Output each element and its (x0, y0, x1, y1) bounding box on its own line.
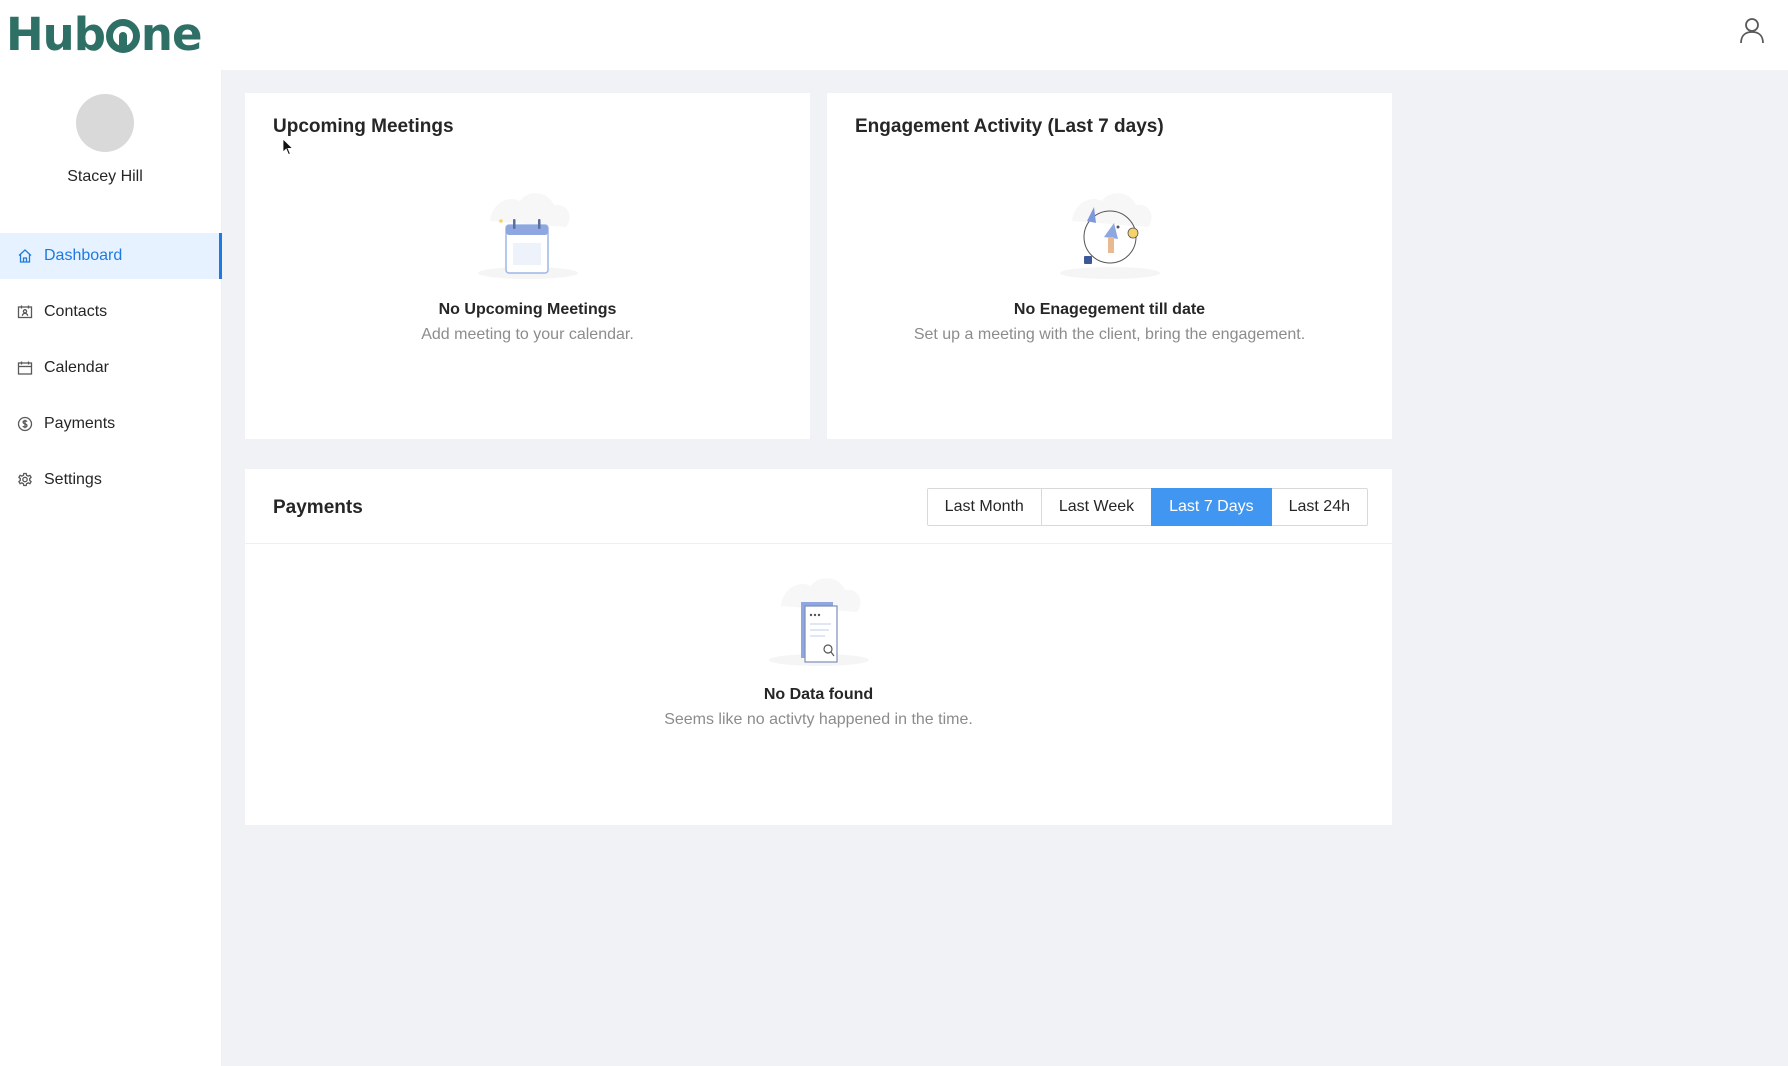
empty-title: No Data found (763, 686, 874, 703)
user-icon[interactable] (1738, 16, 1766, 44)
logo-text-ne: ne (140, 7, 203, 61)
calendar-icon (16, 359, 34, 377)
contacts-icon (16, 303, 34, 321)
card-title: Engagement Activity (Last 7 days) (855, 116, 1164, 137)
card-title: Payments (273, 497, 363, 518)
dollar-icon (16, 415, 34, 433)
empty-subtitle: Seems like no activty happened in the ti… (664, 711, 973, 728)
sidebar-item-label: Contacts (44, 303, 108, 320)
profile-name: Stacey Hill (67, 168, 143, 185)
empty-calendar-icon (468, 183, 588, 293)
sidebar-item-settings[interactable]: Settings (0, 457, 222, 503)
sidebar-item-label: Calendar (44, 359, 109, 376)
empty-title: No Upcoming Meetings (438, 301, 617, 318)
sidebar-nav: Dashboard Contacts Calendar Payments Set… (0, 233, 222, 513)
home-icon (16, 247, 34, 265)
payments-card: Payments Last Month Last Week Last 7 Day… (245, 469, 1392, 825)
sidebar-item-label: Payments (44, 415, 116, 432)
empty-state: No Data found Seems like no activty happ… (245, 568, 1392, 729)
divider (245, 543, 1392, 544)
sidebar-item-label: Dashboard (44, 247, 123, 264)
sidebar-item-contacts[interactable]: Contacts (0, 289, 222, 335)
sidebar-item-calendar[interactable]: Calendar (0, 345, 222, 391)
sidebar: Stacey Hill Dashboard Contacts Calendar … (0, 70, 222, 1066)
empty-title: No Enagegement till date (1013, 301, 1206, 318)
mouse-cursor-icon (282, 138, 294, 156)
time-range-filter: Last Month Last Week Last 7 Days Last 24… (926, 488, 1368, 526)
avatar[interactable] (76, 94, 134, 152)
filter-last-month-button[interactable]: Last Month (926, 488, 1042, 526)
gear-icon (16, 471, 34, 489)
hubone-logo[interactable]: Hub ne (6, 6, 203, 62)
empty-document-icon (759, 568, 879, 678)
top-bar: Hub ne (0, 0, 1788, 70)
empty-state: No Upcoming Meetings Add meeting to your… (245, 183, 810, 344)
sidebar-item-label: Settings (44, 471, 102, 488)
main-content: Upcoming Meetings No Upcoming Meetings A… (222, 70, 1788, 1066)
sidebar-item-payments[interactable]: Payments (0, 401, 222, 447)
card-title: Upcoming Meetings (273, 116, 454, 137)
engagement-icon (1050, 183, 1170, 293)
engagement-activity-card: Engagement Activity (Last 7 days) No Ena… (827, 93, 1392, 439)
sidebar-item-dashboard[interactable]: Dashboard (0, 233, 222, 279)
filter-last-7-days-button[interactable]: Last 7 Days (1151, 488, 1272, 526)
upcoming-meetings-card: Upcoming Meetings No Upcoming Meetings A… (245, 93, 810, 439)
logo-text-hub: Hub (6, 7, 106, 61)
empty-subtitle: Set up a meeting with the client, bring … (913, 326, 1306, 343)
filter-last-week-button[interactable]: Last Week (1040, 488, 1153, 526)
empty-subtitle: Add meeting to your calendar. (421, 326, 634, 343)
empty-state: No Enagegement till date Set up a meetin… (827, 183, 1392, 344)
logo-o-mark-icon (105, 19, 140, 53)
filter-last-24h-button[interactable]: Last 24h (1270, 488, 1368, 526)
